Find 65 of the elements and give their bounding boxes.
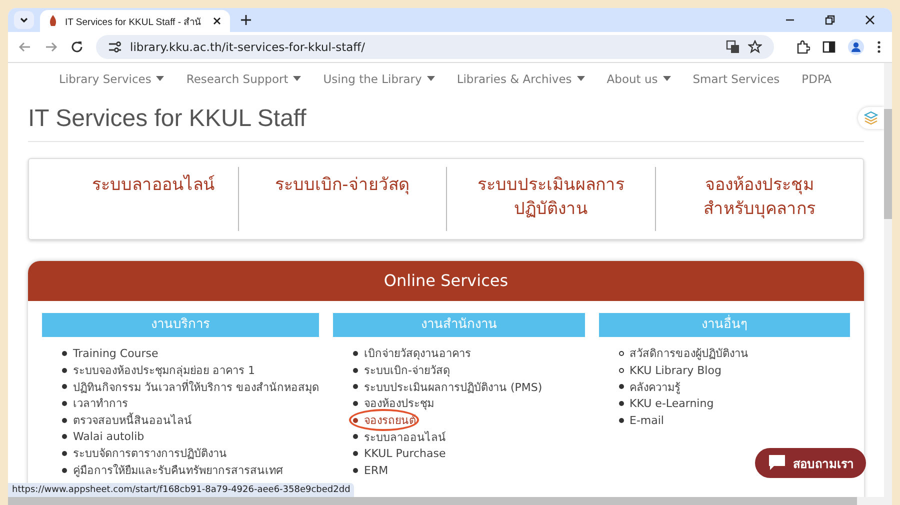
column-heading: งานอื่นๆ <box>598 313 850 337</box>
chat-bubble-icon <box>767 454 787 472</box>
service-link[interactable]: สวัสดิการของผู้ปฏิบัติงาน <box>630 344 748 362</box>
service-link[interactable]: KKU Library Blog <box>630 364 722 377</box>
translate-icon[interactable] <box>726 40 740 54</box>
service-link[interactable]: ระบบเบิก-จ่ายวัสดุ <box>364 361 450 380</box>
nav-link[interactable]: Using the Library <box>323 69 435 89</box>
quick-link[interactable]: ระบบลาออนไลน์ <box>29 167 238 231</box>
service-link[interactable]: เวลาทำการ <box>73 394 128 412</box>
back-icon[interactable] <box>18 40 32 54</box>
chevron-down-icon <box>19 15 29 25</box>
url-text: library.kku.ac.th/it-services-for-kkul-staff/ <box>130 40 365 54</box>
status-url: https://www.appsheet.com/start/f168cb91-8a79-4926-aee6-358e9cbed2dd <box>8 483 354 497</box>
service-link[interactable]: คู่มือการให้ยืมและรับคืนทรัพยากรสารสนเทศ <box>73 461 283 480</box>
puzzle-icon[interactable] <box>796 40 810 54</box>
service-link[interactable]: KKUL Purchase <box>364 446 446 460</box>
address-bar[interactable]: library.kku.ac.th/it-services-for-kkul-staff/ <box>96 35 774 59</box>
horizontal-scrollbar[interactable] <box>8 497 892 505</box>
panel-header: Online Services <box>28 261 864 301</box>
quick-link[interactable]: จองห้องประชุม สำหรับบุคลากร <box>654 167 863 231</box>
quick-link[interactable]: ระบบประเมินผลการ ปฏิบัติงาน <box>446 167 654 231</box>
more-menu-icon[interactable] <box>876 40 882 54</box>
chat-button[interactable]: สอบถามเรา <box>755 448 866 478</box>
side-panel-icon[interactable] <box>822 40 836 54</box>
quick-link[interactable]: ระบบเบิก-จ่ายวัสดุ <box>238 167 446 231</box>
service-link[interactable]: ระบบจัดการตารางการปฏิบัติงาน <box>73 444 227 462</box>
reload-icon[interactable] <box>70 40 84 54</box>
service-link[interactable]: คลังความรู้ <box>630 378 680 396</box>
annotation-circle <box>349 408 419 431</box>
service-link[interactable]: E-mail <box>630 414 664 427</box>
nav-link[interactable]: Library Services <box>59 69 164 89</box>
nav-link[interactable]: Research Support <box>186 69 302 89</box>
close-icon[interactable] <box>212 16 222 26</box>
column-heading: งานบริการ <box>42 313 319 337</box>
page-title: IT Services for KKUL Staff <box>28 105 308 133</box>
new-tab-icon[interactable] <box>240 14 252 26</box>
service-link[interactable]: จองห้องประชุม <box>364 394 434 412</box>
nav-link[interactable]: PDPA <box>802 69 832 89</box>
tab-title: IT Services for KKUL Staff - สำนั <box>65 16 202 28</box>
service-link[interactable]: Training Course <box>73 346 158 360</box>
nav-link[interactable]: About us <box>606 69 671 89</box>
flame-icon <box>48 15 58 27</box>
tab-search-button[interactable] <box>14 11 34 29</box>
service-link[interactable]: ตรวจสอบหนี้สินออนไลน์ <box>73 411 192 430</box>
service-link[interactable]: จองรถยนต์ <box>364 411 416 430</box>
service-link[interactable]: ระบบลาออนไลน์ <box>364 428 446 446</box>
site-settings-icon[interactable] <box>108 41 122 53</box>
service-link[interactable]: เบิกจ่ายวัสดุงานอาคาร <box>364 344 471 362</box>
service-link[interactable]: ERM <box>364 464 388 477</box>
service-link[interactable]: Walai autolib <box>73 430 144 444</box>
profile-avatar-icon[interactable] <box>848 39 864 55</box>
restore-icon[interactable] <box>824 14 836 26</box>
extension-float-button[interactable] <box>858 107 884 129</box>
star-icon[interactable] <box>748 40 762 54</box>
column-heading: งานสำนักงาน <box>333 313 584 337</box>
service-link[interactable]: KKU e-Learning <box>630 396 714 410</box>
nav-link[interactable]: Smart Services <box>692 69 780 89</box>
close-window-icon[interactable] <box>864 14 876 26</box>
service-link[interactable]: ปฏิทินกิจกรรม วันเวลาที่ให้บริการ ของสำนักหอสมุด <box>73 378 319 396</box>
browser-tab[interactable]: IT Services for KKUL Staff - สำนั <box>40 10 230 32</box>
forward-icon[interactable] <box>44 40 58 54</box>
service-link[interactable]: ระบบจองห้องประชุมกลุ่มย่อย อาคาร 1 <box>73 361 255 380</box>
service-link[interactable]: ระบบประเมินผลการปฏิบัติงาน (PMS) <box>364 378 542 396</box>
nav-link[interactable]: Libraries & Archives <box>456 69 585 89</box>
vertical-scrollbar[interactable] <box>884 63 892 497</box>
